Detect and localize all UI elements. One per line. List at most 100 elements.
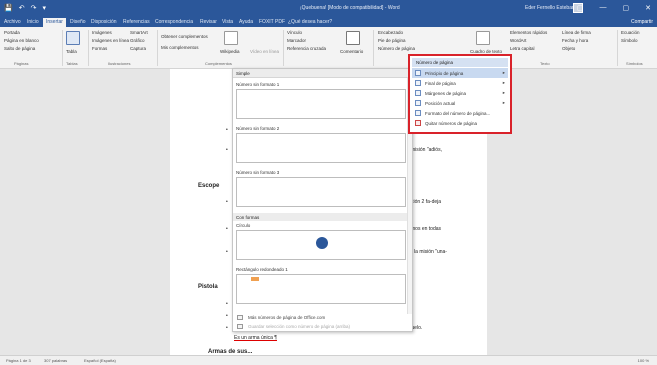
shapes-button[interactable]: Formas	[92, 46, 107, 51]
gallery-item-rounded-rect[interactable]	[236, 274, 406, 304]
tab-revisar[interactable]: Revisar	[200, 19, 217, 25]
bookmark-button[interactable]: Marcador	[287, 38, 306, 43]
more-page-numbers-item[interactable]: Más números de página de Office.com	[233, 313, 412, 322]
wikipedia-icon[interactable]	[224, 31, 238, 45]
tab-inicio[interactable]: Inicio	[27, 19, 39, 25]
cross-reference-button[interactable]: Referencia cruzada	[287, 46, 326, 51]
comment-button[interactable]: Comentario	[340, 49, 363, 54]
get-addins-button[interactable]: Obtener complementos	[161, 34, 208, 39]
group-divider	[373, 30, 374, 66]
window-controls: ▢ — ▢ ✕	[577, 4, 651, 12]
online-pictures-button[interactable]: Imágenes en línea	[92, 38, 129, 43]
page-count[interactable]: Página 1 de 3	[6, 358, 31, 363]
word-count[interactable]: 307 palabras	[44, 358, 67, 363]
submenu-arrow-icon: ▸	[502, 80, 505, 85]
share-button[interactable]: Compartir	[631, 19, 653, 25]
page-break-button[interactable]: Salto de página	[4, 46, 35, 51]
gallery-item-plain-1[interactable]	[236, 89, 406, 119]
textbox-icon[interactable]	[476, 31, 490, 45]
pictures-button[interactable]: Imágenes	[92, 30, 112, 35]
gallery-item-circle[interactable]	[236, 230, 406, 260]
table-button[interactable]: Tabla	[66, 49, 77, 54]
tab-vista[interactable]: Vista	[222, 19, 233, 25]
minimize-icon[interactable]: —	[600, 4, 607, 12]
menu-item-bottom-of-page[interactable]: Final de página ▸	[412, 78, 508, 88]
table-icon[interactable]	[66, 31, 80, 45]
link-button[interactable]: Vínculo	[287, 30, 302, 35]
tab-diseno[interactable]: Diseño	[70, 19, 86, 25]
group-label-complementos: Complementos	[205, 61, 232, 66]
redo-icon[interactable]: ↷	[31, 4, 37, 12]
menu-item-page-margins[interactable]: Márgenes de página ▸	[412, 88, 508, 98]
header-button[interactable]: Encabezado	[378, 30, 403, 35]
group-divider	[617, 30, 618, 66]
close-icon[interactable]: ✕	[645, 4, 651, 12]
comment-icon[interactable]	[346, 31, 360, 45]
chart-button[interactable]: Gráfico	[130, 38, 145, 43]
circle-number-icon	[316, 237, 328, 249]
online-video-button[interactable]: Vídeo en línea	[250, 49, 279, 54]
save-selection-icon	[237, 324, 243, 329]
bullet-icon: •	[226, 313, 228, 319]
submenu-arrow-icon: ▸	[502, 90, 505, 95]
bullet-icon: •	[226, 199, 228, 205]
gallery-item-title: Número sin formato 1	[236, 82, 280, 87]
group-divider	[62, 30, 63, 66]
portada-button[interactable]: Portada	[4, 30, 20, 35]
equation-button[interactable]: Ecuación	[621, 30, 640, 35]
date-time-button[interactable]: Fecha y hora	[562, 38, 588, 43]
my-addins-button[interactable]: Mis complementos	[161, 45, 199, 50]
blank-page-button[interactable]: Página en blanco	[4, 38, 39, 43]
group-divider	[88, 30, 89, 66]
menu-item-top-of-page[interactable]: Principio de página ▸	[412, 68, 508, 78]
gallery-item-title: Número sin formato 3	[236, 170, 280, 175]
page-number-menu: Número de página Principio de página ▸ F…	[408, 54, 512, 134]
tab-correspondencia[interactable]: Correspondencia	[155, 19, 193, 25]
tab-foxit-pdf[interactable]: FOXIT PDF	[259, 19, 285, 25]
menu-item-format-page-numbers[interactable]: Formato del número de página...	[412, 108, 508, 118]
menu-item-current-position[interactable]: Posición actual ▸	[412, 98, 508, 108]
group-label-tablas: Tablas	[66, 61, 78, 66]
zoom-level[interactable]: 100 %	[638, 358, 649, 363]
title-bar: 💾 ↶ ↷ ▾ ¡Quebuena! [Modo de compatibilid…	[0, 0, 657, 17]
doc-line: r la misión "una-	[411, 249, 447, 255]
save-selection-item[interactable]: Guardar selección como número de página …	[233, 322, 412, 331]
gallery-item-title: Número sin formato 2	[236, 126, 280, 131]
maximize-icon[interactable]: ▢	[623, 4, 630, 12]
office-icon	[237, 315, 243, 320]
symbol-button[interactable]: Símbolo	[621, 38, 638, 43]
quick-parts-button[interactable]: Elementos rápidos	[510, 30, 547, 35]
page-number-menu-button[interactable]: Número de página	[412, 58, 508, 67]
wikipedia-button[interactable]: Wikipedia	[220, 49, 240, 54]
current-position-icon	[415, 100, 421, 106]
gallery-item-plain-3[interactable]	[236, 177, 406, 207]
tab-archivo[interactable]: Archivo	[4, 19, 21, 25]
tell-me-search[interactable]: ¿Qué desea hacer?	[288, 19, 332, 25]
save-icon[interactable]: 💾	[4, 4, 13, 12]
object-button[interactable]: Objeto	[562, 46, 575, 51]
page-number-ribbon-button[interactable]: Número de página	[378, 46, 415, 51]
gallery-item-plain-2[interactable]	[236, 133, 406, 163]
tab-disposicion[interactable]: Disposición	[91, 19, 117, 25]
tab-ayuda[interactable]: Ayuda	[239, 19, 253, 25]
menu-item-remove-page-numbers[interactable]: Quitar números de página	[412, 118, 508, 128]
drop-cap-button[interactable]: Letra capital	[510, 46, 535, 51]
signature-line-button[interactable]: Línea de firma	[562, 30, 591, 35]
smartart-button[interactable]: SmartArt	[130, 30, 148, 35]
submenu-arrow-icon: ▸	[502, 100, 505, 105]
tab-insertar[interactable]: Insertar	[43, 18, 66, 27]
tab-referencias[interactable]: Referencias	[123, 19, 150, 25]
undo-icon[interactable]: ↶	[19, 4, 25, 12]
doc-line: ción 2 fa-deja	[411, 199, 442, 205]
footer-button[interactable]: Pie de página	[378, 38, 406, 43]
rounded-rect-number-icon	[251, 277, 259, 281]
user-name[interactable]: Eder Fernello Esteban	[525, 5, 575, 11]
screenshot-button[interactable]: Captura	[130, 46, 146, 51]
language-indicator[interactable]: Español (España)	[84, 358, 116, 363]
group-label-simbolos: Símbolos	[626, 61, 643, 66]
bullet-icon: •	[226, 301, 228, 307]
customize-qat-icon[interactable]: ▾	[42, 4, 46, 12]
doc-line: Es un arma única ¶	[234, 335, 277, 341]
ribbon-display-icon[interactable]: ▢	[577, 4, 584, 12]
wordart-button[interactable]: WordArt	[510, 38, 526, 43]
